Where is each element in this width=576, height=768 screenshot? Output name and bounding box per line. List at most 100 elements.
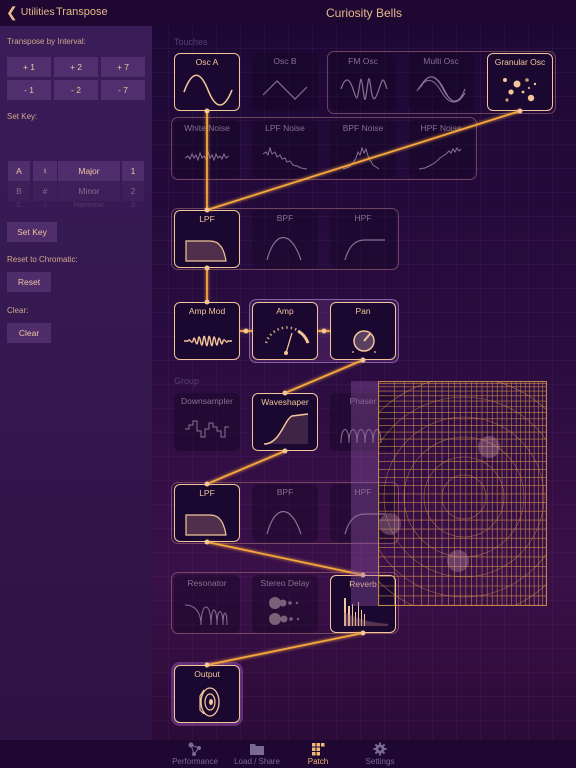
touch-point[interactable]: [379, 513, 401, 535]
white-noise-icon: [184, 150, 230, 162]
bpf-curve-icon: [266, 511, 302, 535]
pan-knob-icon: [352, 330, 376, 353]
back-label: Utilities: [20, 6, 55, 18]
module-hpf-noise[interactable]: HPF Noise: [408, 120, 474, 178]
picker-accidental-selected[interactable]: ♮: [33, 161, 57, 181]
module-touch-hpf[interactable]: HPF: [330, 210, 396, 268]
sine-wave-icon: [183, 74, 233, 106]
panel-title: Transpose: [56, 6, 108, 18]
speaker-icon: [199, 687, 220, 717]
module-label: Amp Mod: [188, 306, 226, 316]
module-waveshaper[interactable]: Waveshaper: [252, 393, 318, 451]
module-downsampler[interactable]: Downsampler: [174, 393, 240, 451]
module-granular-osc[interactable]: Granular Osc: [487, 53, 553, 111]
transpose-minus-1-button[interactable]: - 1: [7, 80, 51, 100]
touch-point[interactable]: [478, 436, 500, 458]
lpf-curve-icon: [185, 514, 227, 536]
gear-icon: [373, 742, 387, 756]
grid-icon: [312, 743, 325, 756]
module-output[interactable]: Output: [174, 665, 240, 723]
module-label: Resonator: [187, 578, 227, 588]
module-touch-bpf[interactable]: BPF: [252, 210, 318, 268]
downsampler-icon: [185, 420, 229, 438]
amp-mod-wave-icon: [184, 335, 232, 347]
module-label: Stereo Delay: [260, 578, 310, 588]
module-group-bpf[interactable]: BPF: [252, 484, 318, 542]
picker-octave-option[interactable]: 2: [122, 181, 144, 201]
module-pan[interactable]: Pan: [330, 302, 396, 360]
module-label: Pan: [355, 306, 371, 316]
tab-settings[interactable]: Settings: [340, 742, 420, 766]
xy-pad-slider-strip[interactable]: [351, 381, 378, 606]
module-label: Granular Osc: [494, 57, 546, 67]
hpf-curve-icon: [344, 239, 385, 261]
reset-button[interactable]: Reset: [7, 272, 51, 292]
clear-label: Clear:: [7, 306, 29, 315]
xy-pad-grid: [343, 376, 576, 618]
chevron-left-icon: ❮: [6, 4, 18, 20]
picker-note-selected[interactable]: A: [8, 161, 30, 181]
module-label: Osc B: [273, 56, 297, 66]
module-amp-mod[interactable]: Amp Mod: [174, 302, 240, 360]
module-label: BPF: [276, 487, 294, 497]
granular-dots-icon: [503, 78, 537, 102]
module-label: BPF: [276, 213, 294, 223]
picker-octave-selected[interactable]: 1: [122, 161, 144, 181]
picker-octave-option[interactable]: 3: [122, 200, 144, 210]
xy-pad[interactable]: [343, 376, 576, 618]
module-label: FM Osc: [348, 56, 378, 66]
transpose-minus-7-button[interactable]: - 7: [101, 80, 145, 100]
touch-point[interactable]: [447, 550, 469, 572]
module-label: Waveshaper: [261, 397, 309, 407]
reset-label: Reset to Chromatic:: [7, 255, 78, 264]
triangle-wave-icon: [262, 80, 308, 100]
module-label: HPF: [354, 213, 372, 223]
picker-accidental-option[interactable]: #: [33, 181, 57, 201]
lpf-noise-icon: [262, 146, 308, 170]
transpose-minus-2-button[interactable]: - 2: [54, 80, 98, 100]
set-key-button[interactable]: Set Key: [7, 222, 57, 242]
module-bpf-noise[interactable]: BPF Noise: [330, 120, 396, 178]
module-multi-osc[interactable]: Multi Osc: [408, 53, 474, 111]
transpose-interval-label: Transpose by Interval:: [7, 37, 86, 46]
module-label: HPF Noise: [420, 123, 462, 133]
folder-icon: [250, 744, 264, 755]
section-label-touches: Touches: [174, 37, 208, 47]
picker-scale-selected[interactable]: Major: [58, 161, 120, 181]
module-stereo-delay[interactable]: Stereo Delay: [252, 575, 318, 633]
stereo-delay-icon: [269, 597, 300, 625]
module-touch-lpf[interactable]: LPF: [174, 210, 240, 268]
back-button[interactable]: ❮ Utilities: [6, 4, 55, 20]
picker-accidental-option[interactable]: ♭: [33, 200, 57, 210]
fm-wave-icon: [340, 77, 388, 101]
transpose-plus-2-button[interactable]: + 2: [54, 57, 98, 77]
patch-title: Curiosity Bells: [325, 6, 403, 20]
module-fm-osc[interactable]: FM Osc: [330, 53, 396, 111]
module-label: LPF: [199, 488, 215, 498]
picker-note-option[interactable]: B: [8, 181, 30, 201]
transpose-plus-1-button[interactable]: + 1: [7, 57, 51, 77]
multi-wave-icon: [416, 76, 466, 103]
module-group-lpf[interactable]: LPF: [174, 484, 240, 542]
picker-scale-option[interactable]: Harmonic: [58, 200, 120, 210]
module-amp[interactable]: Amp: [252, 302, 318, 360]
module-label: Amp: [276, 306, 294, 316]
module-osc-b[interactable]: Osc B: [252, 53, 318, 111]
transpose-panel-header: ❮ Utilities Transpose: [0, 0, 152, 26]
transpose-plus-7-button[interactable]: + 7: [101, 57, 145, 77]
module-resonator[interactable]: Resonator: [174, 575, 240, 633]
module-label: LPF Noise: [265, 123, 305, 133]
module-lpf-noise[interactable]: LPF Noise: [252, 120, 318, 178]
picker-note-option[interactable]: C: [8, 200, 30, 210]
picker-scale-option[interactable]: Minor: [58, 181, 120, 201]
module-osc-a[interactable]: Osc A: [174, 53, 240, 111]
module-white-noise[interactable]: White Noise: [174, 120, 240, 178]
tab-bar: Performance Load / Share Patch Settings: [0, 740, 576, 768]
nodes-icon: [188, 742, 201, 756]
clear-button[interactable]: Clear: [7, 323, 51, 343]
set-key-label: Set Key:: [7, 112, 38, 121]
lpf-curve-icon: [185, 240, 227, 262]
module-label: BPF Noise: [342, 123, 384, 133]
module-label: LPF: [199, 214, 215, 224]
module-label: Downsampler: [181, 396, 233, 406]
